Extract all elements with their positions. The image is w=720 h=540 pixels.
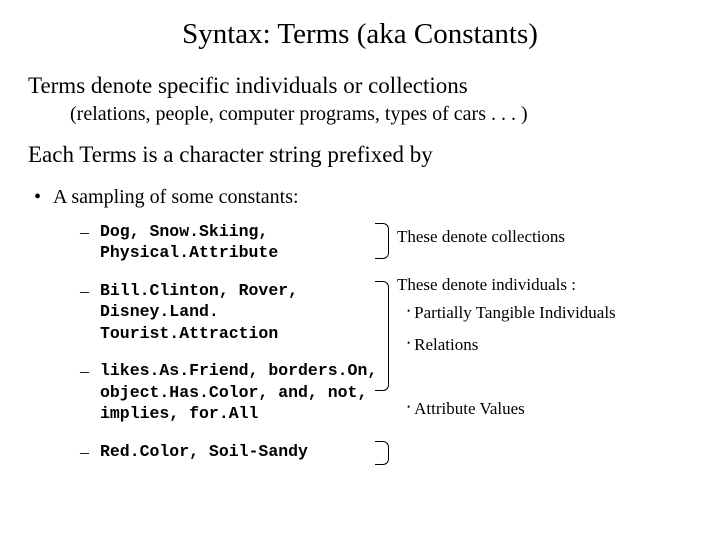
brace-icon — [375, 281, 389, 391]
dash-icon: – — [80, 360, 90, 424]
bullet-dot-icon: • — [407, 399, 410, 419]
constants-list: – Dog, Snow.Skiing, Physical.Attribute –… — [28, 221, 393, 479]
para-prefix: Each Terms is a character string prefixe… — [28, 142, 692, 168]
bullet-sampling: A sampling of some constants: — [53, 186, 299, 209]
bullet-dot-icon: • — [34, 186, 41, 209]
annot-individuals: These denote individuals : — [397, 275, 692, 295]
list-item: – Red.Color, Soil-Sandy — [80, 441, 393, 464]
slide-title: Syntax: Terms (aka Constants) — [28, 18, 692, 51]
annotations: These denote collections These denote in… — [393, 221, 692, 425]
annot-collections: These denote collections — [397, 227, 692, 247]
list-item: – Bill.Clinton, Rover, Disney.Land. Tour… — [80, 280, 393, 344]
dash-icon: – — [80, 441, 90, 464]
annot-relations: Relations — [414, 335, 478, 355]
constant-group-relations: likes.As.Friend, borders.On, object.Has.… — [100, 360, 393, 424]
constant-group-tangible: Bill.Clinton, Rover, Disney.Land. Touris… — [100, 280, 393, 344]
annot-tangible: Partially Tangible Individuals — [414, 303, 616, 323]
sub-examples: (relations, people, computer programs, t… — [70, 103, 692, 126]
list-item: – likes.As.Friend, borders.On, object.Ha… — [80, 360, 393, 424]
bullet-dot-icon: • — [407, 335, 410, 355]
constant-group-attributes: Red.Color, Soil-Sandy — [100, 441, 308, 464]
brace-icon — [375, 223, 389, 259]
annot-attribute-values: Attribute Values — [414, 399, 525, 419]
dash-icon: – — [80, 280, 90, 344]
list-item: – Dog, Snow.Skiing, Physical.Attribute — [80, 221, 393, 264]
bullet-dot-icon: • — [407, 303, 410, 323]
dash-icon: – — [80, 221, 90, 264]
brace-icon — [375, 441, 389, 465]
constant-group-collections: Dog, Snow.Skiing, Physical.Attribute — [100, 221, 393, 264]
para-terms-denote: Terms denote specific individuals or col… — [28, 73, 692, 99]
